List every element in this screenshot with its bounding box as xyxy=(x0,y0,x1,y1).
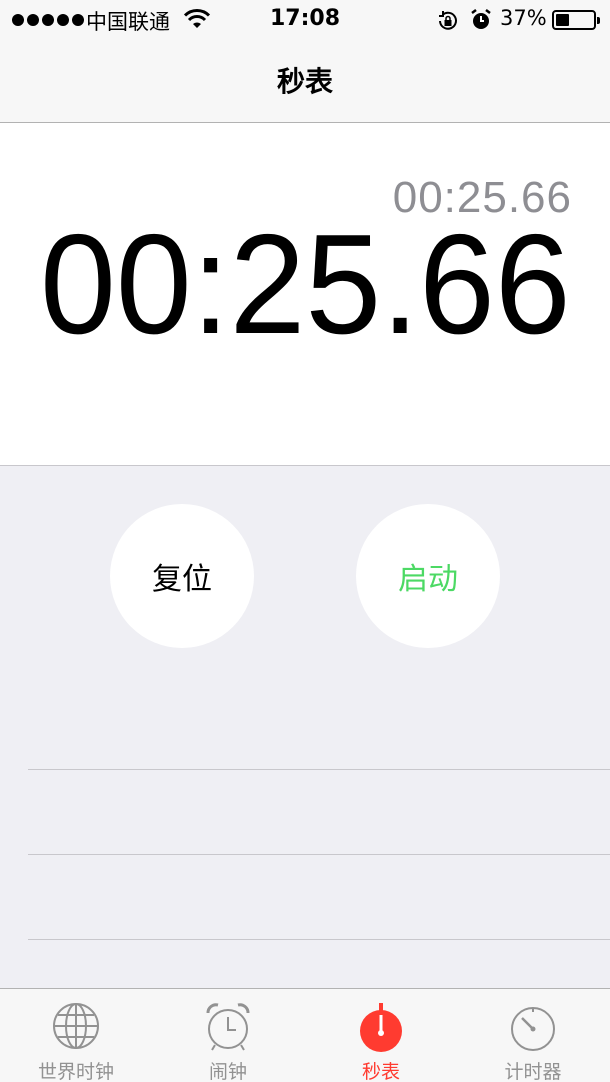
tab-stopwatch[interactable]: 秒表 xyxy=(305,989,457,1082)
lap-row-divider xyxy=(28,939,610,940)
tab-label: 闹钟 xyxy=(208,1061,247,1082)
rotation-lock-icon xyxy=(439,11,457,30)
elapsed-time-text: 00:25.66 xyxy=(39,205,571,364)
globe-icon xyxy=(53,1003,99,1049)
elapsed-time: 00:25.66 xyxy=(0,203,610,367)
battery-icon xyxy=(552,10,600,30)
stopwatch-display: 00:25.66 00:25.66 xyxy=(0,123,610,466)
control-area: 复位 启动 xyxy=(0,466,610,986)
alarm-icon xyxy=(471,9,491,29)
alarm-clock-icon xyxy=(206,1003,250,1051)
start-button[interactable]: 启动 xyxy=(356,504,500,648)
lap-row-divider xyxy=(28,769,610,770)
tab-world-clock[interactable]: 世界时钟 xyxy=(0,989,152,1082)
tab-label: 世界时钟 xyxy=(37,1061,114,1082)
tab-label: 计时器 xyxy=(504,1061,562,1082)
stopwatch-icon xyxy=(360,1003,402,1052)
timer-icon xyxy=(511,1007,555,1051)
status-bar: 中国联通 17:08 37% xyxy=(0,0,610,40)
lap-row-divider xyxy=(28,854,610,855)
tab-timer[interactable]: 计时器 xyxy=(457,989,609,1082)
page-title: 秒表 xyxy=(276,65,333,98)
tab-bar: 世界时钟 闹钟 秒表 计时器 xyxy=(0,988,610,1082)
reset-button[interactable]: 复位 xyxy=(110,504,254,648)
navigation-bar: 秒表 xyxy=(0,40,610,123)
tab-alarm[interactable]: 闹钟 xyxy=(152,989,304,1082)
battery-percentage: 37% xyxy=(500,6,547,30)
tab-label: 秒表 xyxy=(361,1061,400,1082)
